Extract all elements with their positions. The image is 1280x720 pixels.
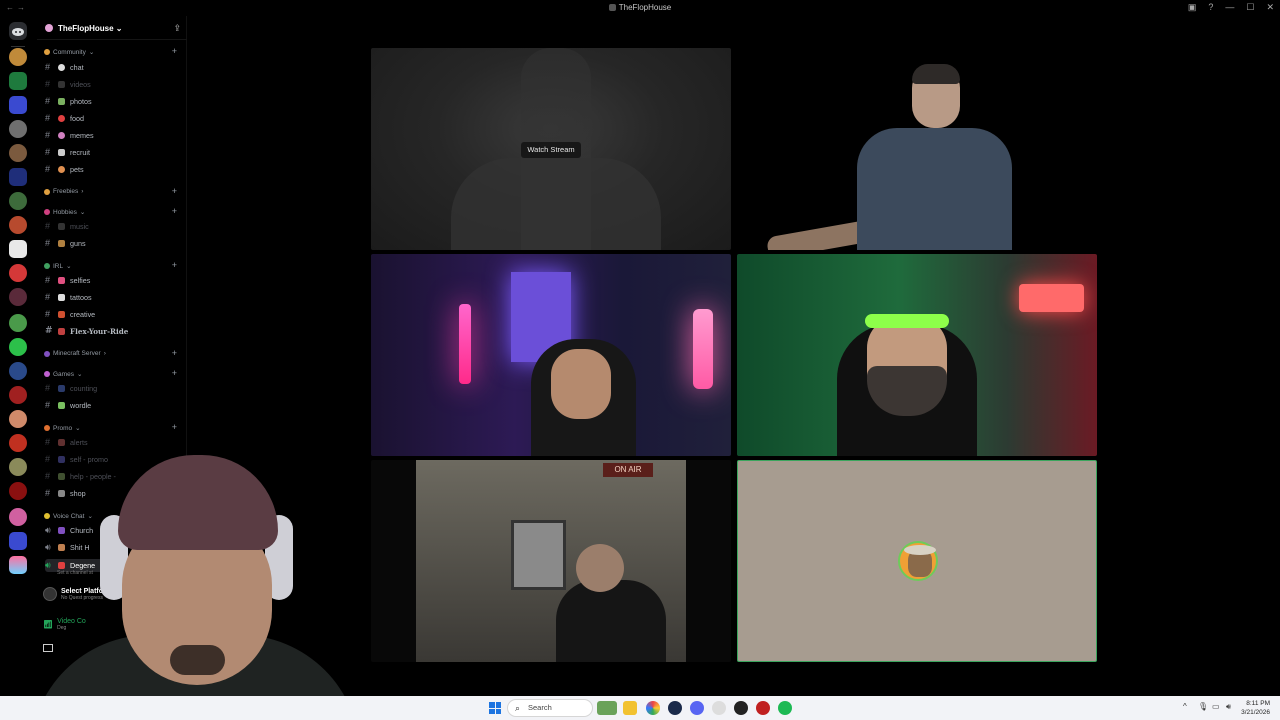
add-channel-icon[interactable]: +	[172, 368, 177, 378]
webcam-overlay	[0, 455, 385, 720]
title-bar: ←→ TheFlopHouse ▣ ? — ☐ ✕	[0, 0, 1280, 16]
server-icon-11[interactable]	[9, 314, 27, 332]
server-avatar	[45, 24, 53, 32]
channel-music[interactable]: # music	[45, 221, 89, 231]
channel-creative[interactable]: # creative	[45, 309, 95, 319]
mic-icon[interactable]: 🎙︎	[1198, 702, 1208, 711]
channel-photos[interactable]: # photos	[45, 96, 92, 106]
participant-tile-avatar-speaking[interactable]	[737, 460, 1097, 662]
server-icon-14[interactable]	[9, 386, 27, 404]
channel-videos[interactable]: # videos	[45, 79, 91, 89]
category-freebies[interactable]: Freebies ›	[44, 188, 83, 195]
channel-flex-your-ride[interactable]: # Flex-Your-Ride	[45, 326, 128, 336]
windows-taskbar: ⌕ Search ^ 🎙︎ ▭ 🔊︎ 8:11 PM 3/21/2026	[0, 696, 1280, 720]
obs-icon[interactable]	[734, 701, 748, 715]
discord-icon[interactable]	[9, 22, 27, 40]
server-icon-5[interactable]	[9, 168, 27, 186]
category-minecraft[interactable]: Minecraft Server ›	[44, 350, 106, 357]
channel-tattoos[interactable]: # tattoos	[45, 292, 92, 302]
category-irl[interactable]: IRL ⌄	[44, 262, 72, 270]
app-window: ←→ TheFlopHouse ▣ ? — ☐ ✕ TheFlopHouse ⌄…	[0, 0, 1280, 720]
server-icon-10[interactable]	[9, 288, 27, 306]
clock[interactable]: 8:11 PM 3/21/2026	[1241, 699, 1270, 717]
windows-start-icon[interactable]	[489, 702, 501, 714]
window-title: TheFlopHouse	[0, 3, 1280, 12]
category-community[interactable]: Community ⌄	[44, 48, 94, 56]
tray-overflow-icon[interactable]: ^	[1183, 702, 1187, 711]
add-channel-icon[interactable]: +	[172, 46, 177, 56]
participant-tile-1[interactable]	[737, 48, 1097, 250]
channel-wordle[interactable]: # wordle	[45, 400, 91, 410]
server-folder-icon[interactable]	[9, 96, 27, 114]
help-icon[interactable]: ?	[1208, 2, 1213, 13]
watch-stream-button[interactable]: Watch Stream	[521, 142, 581, 158]
server-icon-8[interactable]	[9, 240, 27, 258]
category-hobbies[interactable]: Hobbies ⌄	[44, 208, 85, 216]
discord-taskbar-icon[interactable]	[690, 701, 704, 715]
maximize-button[interactable]: ☐	[1246, 2, 1254, 13]
server-icon-12[interactable]	[9, 338, 27, 356]
close-button[interactable]: ✕	[1266, 2, 1274, 13]
category-promo[interactable]: Promo ⌄	[44, 424, 81, 432]
channel-pets[interactable]: # pets	[45, 164, 84, 174]
server-icon-7[interactable]	[9, 216, 27, 234]
spotify-icon[interactable]	[778, 701, 792, 715]
chrome-icon[interactable]	[646, 701, 660, 715]
server-icon-16[interactable]	[9, 434, 27, 452]
on-air-sign: ON AIR	[603, 463, 653, 477]
clock-date: 3/21/2026	[1241, 709, 1270, 716]
server-icon-9[interactable]	[9, 264, 27, 282]
search-placeholder: Search	[528, 703, 552, 712]
server-icon-6[interactable]	[9, 192, 27, 210]
channel-food[interactable]: # food	[45, 113, 84, 123]
add-member-icon[interactable]: ⇪	[173, 23, 181, 34]
network-icon[interactable]: ▭	[1212, 702, 1220, 711]
avatar	[898, 541, 938, 581]
settings-icon[interactable]	[712, 701, 726, 715]
server-icon-15[interactable]	[9, 410, 27, 428]
inbox-icon[interactable]: ▣	[1188, 2, 1197, 13]
search-icon: ⌕	[515, 703, 521, 713]
add-channel-icon[interactable]: +	[172, 206, 177, 216]
participant-tile-2[interactable]	[371, 254, 731, 456]
clock-time: 8:11 PM	[1246, 700, 1270, 707]
widgets-icon[interactable]	[597, 701, 617, 715]
server-icon-3[interactable]	[9, 120, 27, 138]
volume-icon[interactable]: 🔊︎	[1226, 702, 1231, 712]
minimize-button[interactable]: —	[1225, 2, 1234, 13]
window-title-text: TheFlopHouse	[618, 3, 672, 12]
server-header[interactable]: TheFlopHouse ⌄ ⇪	[37, 16, 187, 40]
participant-tile-3[interactable]	[737, 254, 1097, 456]
participant-tile-4[interactable]: ON AIR	[371, 460, 731, 662]
server-icon-4[interactable]	[9, 144, 27, 162]
server-icon-13[interactable]	[9, 362, 27, 380]
channel-memes[interactable]: # memes	[45, 130, 94, 140]
server-name[interactable]: TheFlopHouse ⌄	[58, 24, 123, 33]
server-icon	[608, 4, 616, 11]
add-channel-icon[interactable]: +	[172, 186, 177, 196]
add-channel-icon[interactable]: +	[172, 260, 177, 270]
stream-tile[interactable]: Watch Stream	[371, 48, 731, 250]
channel-chat[interactable]: # chat	[45, 62, 84, 72]
app-icon[interactable]	[668, 701, 682, 715]
add-channel-icon[interactable]: +	[172, 422, 177, 432]
window-controls: ▣ ? — ☐ ✕	[1188, 2, 1274, 13]
taskbar-search[interactable]: ⌕ Search	[507, 699, 593, 717]
server-icon-1[interactable]	[9, 48, 27, 66]
server-icon-2[interactable]	[9, 72, 27, 90]
channel-recruit[interactable]: # recruit	[45, 147, 90, 157]
channel-alerts[interactable]: # alerts	[45, 437, 88, 447]
category-games[interactable]: Games ⌄	[44, 370, 82, 378]
channel-guns[interactable]: # guns	[45, 238, 86, 248]
channel-selfies[interactable]: # selfies	[45, 275, 90, 285]
app-icon-red[interactable]	[756, 701, 770, 715]
file-explorer-icon[interactable]	[623, 701, 637, 715]
channel-counting[interactable]: # counting	[45, 383, 97, 393]
add-channel-icon[interactable]: +	[172, 348, 177, 358]
